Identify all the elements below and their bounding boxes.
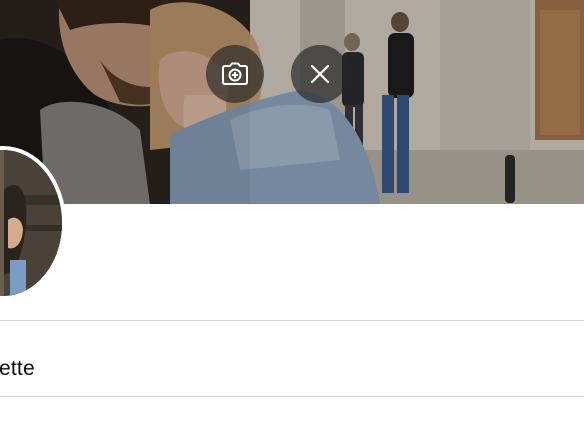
edit-profile-screen: ette [0, 0, 584, 425]
change-cover-photo-button[interactable] [206, 45, 264, 103]
divider [0, 320, 584, 321]
profile-form: ette [0, 204, 584, 425]
camera-plus-icon [222, 62, 248, 86]
name-field[interactable]: ette [0, 358, 35, 379]
divider [0, 396, 584, 397]
remove-cover-photo-button[interactable] [291, 45, 349, 103]
close-icon [310, 64, 330, 84]
cover-photo[interactable] [0, 0, 584, 204]
cover-dim-overlay [0, 0, 584, 204]
